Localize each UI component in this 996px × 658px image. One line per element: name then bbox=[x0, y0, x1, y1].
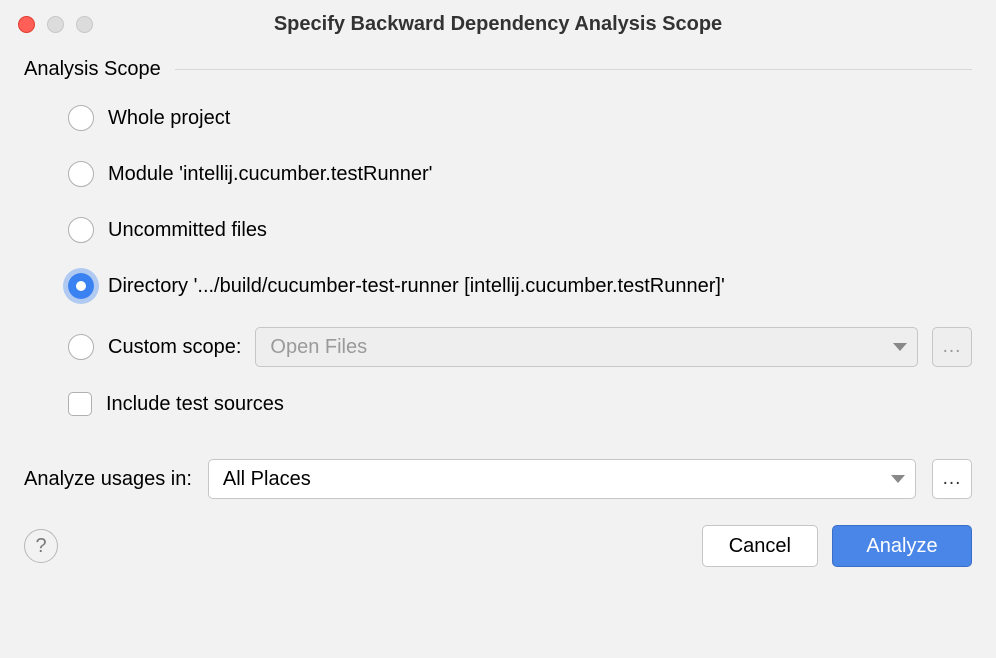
minimize-window-button[interactable] bbox=[47, 16, 64, 33]
option-uncommitted[interactable]: Uncommitted files bbox=[68, 215, 972, 245]
help-button[interactable]: ? bbox=[24, 529, 58, 563]
label-include-test: Include test sources bbox=[106, 393, 284, 416]
label-uncommitted: Uncommitted files bbox=[108, 219, 267, 242]
maximize-window-button[interactable] bbox=[76, 16, 93, 33]
analyze-usages-dropdown[interactable]: All Places bbox=[208, 459, 916, 499]
chevron-down-icon bbox=[891, 475, 905, 483]
option-custom-scope[interactable]: Custom scope: Open Files ... bbox=[68, 327, 972, 367]
section-header: Analysis Scope bbox=[24, 58, 972, 81]
analyze-usages-label: Analyze usages in: bbox=[24, 468, 192, 491]
dialog-button-row: ? Cancel Analyze bbox=[24, 525, 972, 567]
titlebar: Specify Backward Dependency Analysis Sco… bbox=[0, 0, 996, 48]
cancel-button[interactable]: Cancel bbox=[702, 525, 818, 567]
section-divider bbox=[175, 69, 972, 70]
analyze-button[interactable]: Analyze bbox=[832, 525, 972, 567]
dialog-content: Analysis Scope Whole project Module 'int… bbox=[0, 48, 996, 585]
custom-scope-value: Open Files bbox=[270, 336, 367, 359]
chevron-down-icon bbox=[893, 343, 907, 351]
window-controls bbox=[18, 16, 93, 33]
radio-uncommitted[interactable] bbox=[68, 217, 94, 243]
option-include-test-sources[interactable]: Include test sources bbox=[68, 389, 972, 419]
label-directory: Directory '.../build/cucumber-test-runne… bbox=[108, 275, 725, 298]
window-title: Specify Backward Dependency Analysis Sco… bbox=[18, 13, 978, 36]
label-custom-scope: Custom scope: bbox=[108, 336, 241, 359]
label-module: Module 'intellij.cucumber.testRunner' bbox=[108, 163, 432, 186]
analyze-usages-value: All Places bbox=[223, 468, 311, 491]
scope-options: Whole project Module 'intellij.cucumber.… bbox=[24, 103, 972, 419]
checkbox-include-test[interactable] bbox=[68, 392, 92, 416]
section-title: Analysis Scope bbox=[24, 58, 161, 81]
close-window-button[interactable] bbox=[18, 16, 35, 33]
custom-scope-browse-button[interactable]: ... bbox=[932, 327, 972, 367]
option-whole-project[interactable]: Whole project bbox=[68, 103, 972, 133]
option-module[interactable]: Module 'intellij.cucumber.testRunner' bbox=[68, 159, 972, 189]
option-directory[interactable]: Directory '.../build/cucumber-test-runne… bbox=[68, 271, 972, 301]
radio-module[interactable] bbox=[68, 161, 94, 187]
radio-whole-project[interactable] bbox=[68, 105, 94, 131]
label-whole-project: Whole project bbox=[108, 107, 230, 130]
analyze-usages-row: Analyze usages in: All Places ... bbox=[24, 459, 972, 499]
radio-custom-scope[interactable] bbox=[68, 334, 94, 360]
custom-scope-dropdown[interactable]: Open Files bbox=[255, 327, 918, 367]
analyze-usages-browse-button[interactable]: ... bbox=[932, 459, 972, 499]
radio-directory[interactable] bbox=[68, 273, 94, 299]
action-buttons: Cancel Analyze bbox=[702, 525, 972, 567]
